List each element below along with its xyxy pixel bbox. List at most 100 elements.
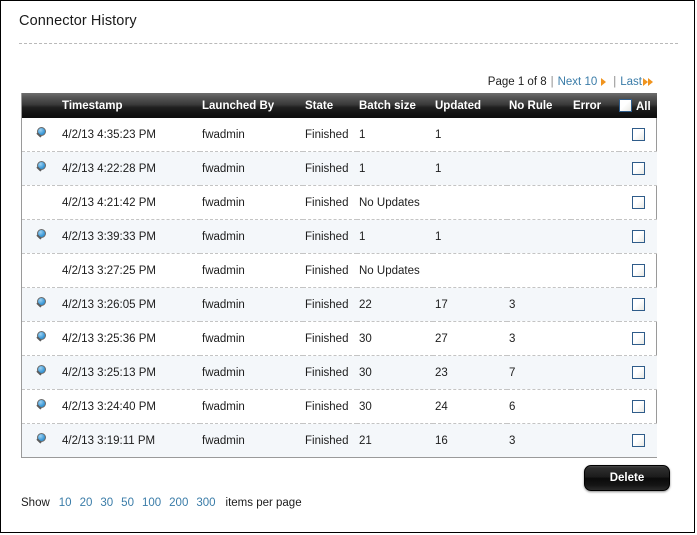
magnifier-icon[interactable] bbox=[34, 433, 49, 448]
table-row[interactable]: 4/2/13 3:25:36 PM fwadmin Finished 30 27 3 bbox=[22, 321, 657, 356]
row-checkbox[interactable] bbox=[631, 332, 645, 345]
cell-updated: 1 bbox=[433, 219, 507, 254]
magnifier-icon[interactable] bbox=[34, 161, 49, 176]
page-size-link-20[interactable]: 20 bbox=[80, 497, 93, 509]
table-row[interactable]: 4/2/13 3:25:13 PM fwadmin Finished 30 23 7 bbox=[22, 355, 657, 390]
page-size-link-100[interactable]: 100 bbox=[142, 497, 161, 509]
row-select-cell bbox=[619, 287, 657, 322]
cell-error bbox=[571, 219, 619, 254]
page-indicator: Page 1 of 8 bbox=[487, 76, 547, 88]
cell-launched-by: fwadmin bbox=[200, 185, 303, 220]
table-row[interactable]: 4/2/13 3:39:33 PM fwadmin Finished 1 1 bbox=[22, 219, 657, 254]
cell-error bbox=[571, 355, 619, 390]
row-checkbox[interactable] bbox=[631, 230, 645, 243]
column-header-no-rule[interactable]: No Rule bbox=[507, 93, 571, 118]
page-size-link-30[interactable]: 30 bbox=[100, 497, 113, 509]
row-checkbox[interactable] bbox=[631, 162, 645, 175]
table-row[interactable]: 4/2/13 3:27:25 PM fwadmin Finished No Updat… bbox=[22, 253, 657, 288]
column-header-updated[interactable]: Updated bbox=[433, 93, 507, 118]
title-divider bbox=[19, 43, 678, 44]
row-detail-cell bbox=[22, 287, 60, 322]
row-detail-cell bbox=[22, 151, 60, 186]
row-detail-cell bbox=[22, 253, 60, 288]
cell-updated: 16 bbox=[433, 423, 507, 457]
next-page-link[interactable]: Next 10 bbox=[558, 76, 598, 88]
column-header-state-label: State bbox=[305, 99, 334, 112]
column-header-error[interactable]: Error bbox=[571, 93, 619, 118]
cell-no-rule bbox=[507, 118, 571, 152]
row-checkbox[interactable] bbox=[631, 196, 645, 209]
cell-launched-by: fwadmin bbox=[200, 287, 303, 322]
column-header-state[interactable]: State bbox=[303, 93, 357, 118]
row-detail-cell bbox=[22, 423, 60, 457]
cell-state: Finished bbox=[303, 219, 357, 254]
cell-batch-size: 21 bbox=[357, 423, 433, 457]
cell-error bbox=[571, 389, 619, 424]
cell-updated: 24 bbox=[433, 389, 507, 424]
magnifier-icon[interactable] bbox=[34, 229, 49, 244]
pager-separator-1: | bbox=[550, 76, 554, 88]
table-body: 4/2/13 4:35:23 PM fwadmin Finished 1 1 4/2/13… bbox=[22, 118, 657, 457]
cell-error bbox=[571, 118, 619, 152]
cell-error bbox=[571, 185, 619, 220]
select-all-checkbox[interactable] bbox=[619, 98, 632, 112]
next-arrow-icon bbox=[600, 77, 609, 86]
row-detail-cell bbox=[22, 355, 60, 390]
cell-no-rule: 3 bbox=[507, 287, 571, 322]
cell-timestamp: 4/2/13 3:39:33 PM bbox=[60, 219, 200, 254]
row-checkbox[interactable] bbox=[631, 264, 645, 277]
table-header: Timestamp Launched By State Batch size U… bbox=[22, 93, 657, 118]
page-size-link-300[interactable]: 300 bbox=[196, 497, 215, 509]
last-page-link[interactable]: Last bbox=[620, 76, 642, 88]
table-row[interactable]: 4/2/13 3:24:40 PM fwadmin Finished 30 24 6 bbox=[22, 389, 657, 424]
table-header-row: Timestamp Launched By State Batch size U… bbox=[22, 93, 657, 118]
delete-button[interactable]: Delete bbox=[584, 465, 670, 491]
column-header-timestamp-label: Timestamp bbox=[62, 99, 123, 112]
cell-launched-by: fwadmin bbox=[200, 389, 303, 424]
cell-error bbox=[571, 321, 619, 356]
cell-batch-size: No Updates bbox=[357, 253, 433, 288]
row-checkbox[interactable] bbox=[631, 128, 645, 141]
column-header-launched-by[interactable]: Launched By bbox=[200, 93, 303, 118]
column-header-launched-by-label: Launched By bbox=[202, 99, 275, 112]
column-header-timestamp[interactable]: Timestamp bbox=[60, 93, 200, 118]
magnifier-icon[interactable] bbox=[34, 127, 49, 142]
cell-launched-by: fwadmin bbox=[200, 321, 303, 356]
page-size-link-10[interactable]: 10 bbox=[59, 497, 72, 509]
cell-launched-by: fwadmin bbox=[200, 151, 303, 186]
row-checkbox[interactable] bbox=[631, 298, 645, 311]
table-row[interactable]: 4/2/13 3:19:11 PM fwadmin Finished 21 16 3 bbox=[22, 423, 657, 457]
cell-no-rule: 7 bbox=[507, 355, 571, 390]
cell-no-rule bbox=[507, 253, 571, 288]
row-select-cell bbox=[619, 355, 657, 390]
row-select-cell bbox=[619, 321, 657, 356]
page-size-link-200[interactable]: 200 bbox=[169, 497, 188, 509]
cell-state: Finished bbox=[303, 355, 357, 390]
connector-history-table-wrapper: Timestamp Launched By State Batch size U… bbox=[21, 93, 657, 458]
cell-batch-size: 1 bbox=[359, 128, 366, 141]
next-page-label: Next 10 bbox=[557, 76, 598, 88]
magnifier-icon[interactable] bbox=[34, 331, 49, 346]
column-header-batch-size[interactable]: Batch size bbox=[357, 93, 433, 118]
page-size-link-50[interactable]: 50 bbox=[121, 497, 134, 509]
row-checkbox[interactable] bbox=[631, 400, 645, 413]
row-select-cell bbox=[619, 423, 657, 457]
pagination-bar: Page 1 of 8 | Next 10 | Last bbox=[488, 75, 654, 89]
row-checkbox[interactable] bbox=[631, 366, 645, 379]
cell-batch-size: 30 bbox=[357, 321, 433, 356]
table-row[interactable]: 4/2/13 3:26:05 PM fwadmin Finished 22 17 3 bbox=[22, 287, 657, 322]
magnifier-icon[interactable] bbox=[34, 297, 49, 312]
table-row[interactable]: 4/2/13 4:21:42 PM fwadmin Finished No Updat… bbox=[22, 185, 657, 220]
magnifier-icon[interactable] bbox=[34, 365, 49, 380]
cell-state: Finished bbox=[303, 423, 357, 457]
table-row[interactable]: 4/2/13 4:22:28 PM fwadmin Finished 1 1 bbox=[22, 151, 657, 186]
cell-batch-size: No Updates bbox=[357, 185, 433, 220]
table-row[interactable]: 4/2/13 4:35:23 PM fwadmin Finished 1 1 bbox=[22, 118, 657, 152]
cell-no-rule: 3 bbox=[507, 321, 571, 356]
items-per-page-label: items per page bbox=[225, 497, 302, 509]
connector-history-table: Timestamp Launched By State Batch size U… bbox=[22, 93, 657, 457]
row-checkbox[interactable] bbox=[631, 434, 645, 447]
cell-timestamp: 4/2/13 4:21:42 PM bbox=[60, 185, 200, 220]
magnifier-icon[interactable] bbox=[34, 399, 49, 414]
row-select-cell bbox=[619, 151, 657, 186]
